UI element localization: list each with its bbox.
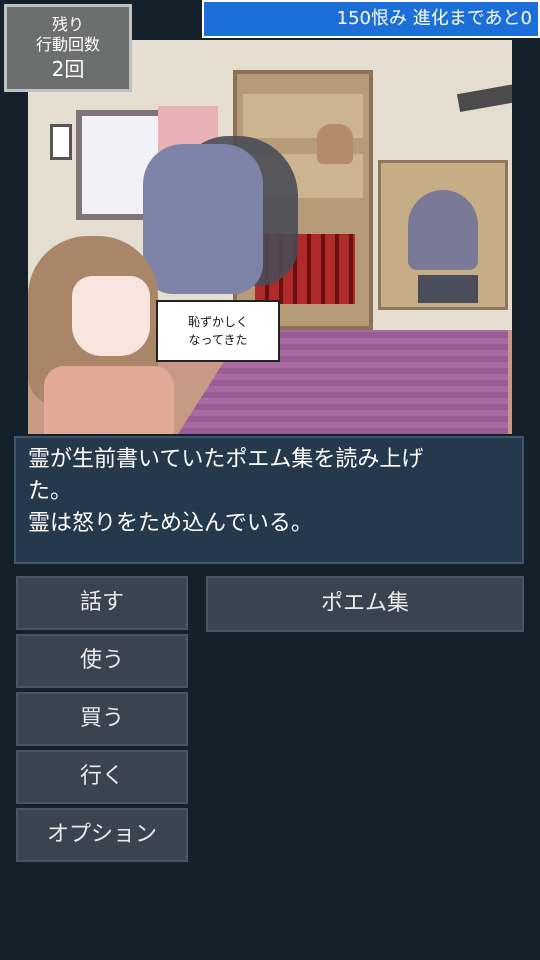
girl-character — [28, 236, 174, 434]
submenu-poem-collection[interactable]: ポエム集 — [206, 576, 524, 632]
wall-switch — [50, 124, 72, 160]
remaining-actions-label: 残り 行動回数 — [35, 15, 100, 54]
menu-buy[interactable]: 買う — [16, 692, 188, 746]
message-line: た。 — [28, 479, 73, 504]
girl-body — [44, 366, 174, 434]
message-box: 霊が生前書いていたポエム集を読み上げ た。 霊は怒りをため込んでいる。 — [14, 436, 524, 564]
chair-base — [418, 275, 478, 303]
menu-options[interactable]: オプション — [16, 808, 188, 862]
menu-go[interactable]: 行く — [16, 750, 188, 804]
office-chair — [408, 190, 478, 270]
teddy-bear — [317, 124, 353, 164]
room-scene — [28, 40, 512, 434]
game-screen: 恥ずかしく なってきた 残り 行動回数 2回 150恨み 進化まであと0 霊が生… — [0, 0, 540, 960]
message-line: 霊は怒りをため込んでいる。 — [28, 511, 313, 536]
menu-use[interactable]: 使う — [16, 634, 188, 688]
command-menu: 話す 使う 買う 行く オプション — [16, 576, 188, 866]
message-line: 霊が生前書いていたポエム集を読み上げ — [28, 447, 424, 472]
menu-talk[interactable]: 話す — [16, 576, 188, 630]
remaining-actions-panel: 残り 行動回数 2回 — [4, 4, 132, 92]
girl-face — [72, 276, 150, 356]
status-bar: 150恨み 進化まであと0 — [202, 0, 540, 38]
remaining-actions-count: 2回 — [51, 57, 85, 81]
speech-bubble: 恥ずかしく なってきた — [156, 300, 280, 362]
